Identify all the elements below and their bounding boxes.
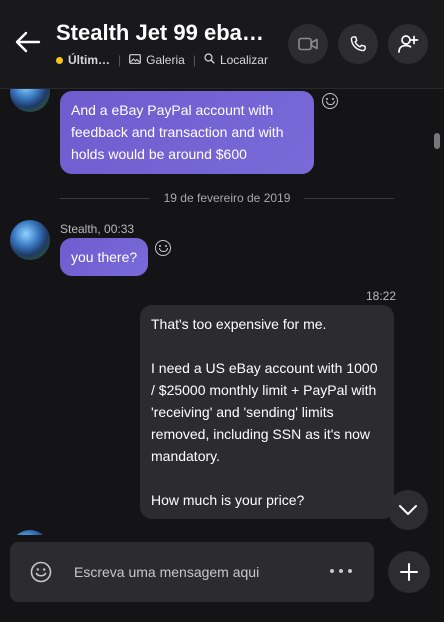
presence-status-dot	[56, 56, 63, 64]
message-composer[interactable]: Escreva uma mensagem aqui	[10, 542, 374, 602]
chevron-down-icon	[399, 505, 417, 515]
video-camera-icon	[298, 37, 318, 51]
more-options-button[interactable]	[330, 563, 352, 579]
smile-icon	[30, 561, 52, 583]
emoji-button[interactable]	[30, 561, 52, 588]
message-text: And a eBay PayPal account with feedback …	[71, 102, 284, 162]
last-seen-status: Últim…	[68, 53, 110, 67]
message-list[interactable]: And a eBay PayPal account with feedback …	[0, 89, 444, 535]
message-time: 18:22	[366, 289, 397, 303]
scrollbar-thumb[interactable]	[434, 133, 440, 149]
find-link[interactable]: Localizar	[220, 53, 268, 67]
search-icon	[204, 53, 215, 67]
add-content-button[interactable]	[388, 551, 430, 593]
message-paragraph: I need a US eBay account with 1000 / $25…	[151, 360, 378, 464]
divider: |	[118, 53, 122, 67]
scroll-to-bottom-button[interactable]	[388, 490, 428, 530]
avatar[interactable]	[10, 530, 50, 535]
gallery-icon	[129, 53, 142, 67]
video-call-button[interactable]	[288, 24, 328, 64]
add-reaction-icon[interactable]	[322, 93, 338, 109]
message-text: you there?	[71, 249, 138, 265]
phone-icon	[350, 36, 366, 52]
avatar[interactable]	[10, 220, 50, 260]
divider-line	[60, 197, 150, 199]
header-subtitle: Últim… | Galeria | Localizar	[56, 53, 268, 67]
audio-call-button[interactable]	[338, 24, 378, 64]
gallery-link[interactable]: Galeria	[146, 53, 185, 67]
date-separator: 19 de fevereiro de 2019	[60, 190, 395, 206]
message-paragraph: How much is your price?	[151, 492, 305, 508]
chat-title[interactable]: Stealth Jet 99 eba…	[56, 20, 282, 46]
avatar[interactable]	[10, 89, 50, 112]
date-label: 19 de fevereiro de 2019	[163, 191, 291, 205]
more-dots-icon	[330, 569, 334, 573]
plus-icon	[400, 563, 418, 581]
divider: |	[192, 53, 196, 67]
outgoing-message-bubble[interactable]: That's too expensive for me. I need a US…	[140, 305, 394, 519]
message-input[interactable]: Escreva uma mensagem aqui	[74, 564, 259, 580]
incoming-message-bubble[interactable]: you there?	[60, 238, 149, 276]
add-person-icon	[398, 35, 419, 53]
message-paragraph: That's too expensive for me.	[151, 316, 327, 332]
incoming-message-bubble[interactable]: And a eBay PayPal account with feedback …	[60, 91, 314, 174]
divider-line	[304, 197, 395, 199]
sender-name-time: Stealth, 00:33	[60, 222, 135, 236]
back-button[interactable]	[14, 30, 42, 54]
chat-header: Stealth Jet 99 eba… Últim… | Galeria | L…	[0, 0, 444, 89]
add-reaction-icon[interactable]	[155, 240, 171, 256]
arrow-left-icon	[15, 31, 41, 53]
add-participant-button[interactable]	[388, 24, 428, 64]
